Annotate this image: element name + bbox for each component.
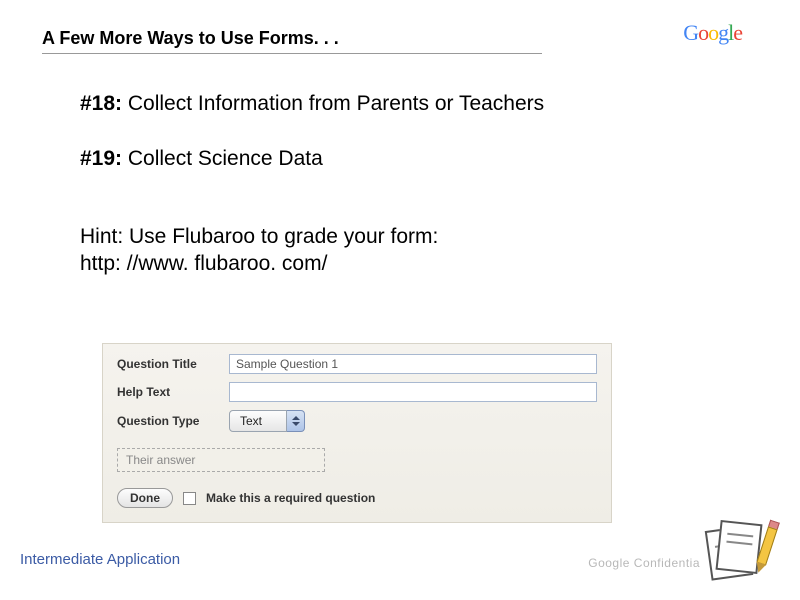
list-item: #18: Collect Information from Parents or…	[80, 90, 560, 117]
required-label: Make this a required question	[206, 491, 375, 505]
question-title-input[interactable]	[229, 354, 597, 374]
footer-confidential: Google Confidentia	[588, 556, 700, 570]
question-title-label: Question Title	[117, 357, 229, 371]
question-type-value: Text	[229, 410, 287, 432]
help-text-input[interactable]	[229, 382, 597, 402]
required-checkbox[interactable]	[183, 492, 196, 505]
hint-url: http: //www. flubaroo. com/	[80, 250, 560, 277]
select-arrow-icon	[287, 410, 305, 432]
item-number: #19:	[80, 147, 122, 170]
form-editor-panel: Question Title Help Text Question Type T…	[102, 343, 612, 523]
item-number: #18:	[80, 92, 122, 115]
item-text: Collect Science Data	[122, 147, 323, 170]
slide-title: A Few More Ways to Use Forms. . .	[42, 28, 542, 54]
help-text-label: Help Text	[117, 385, 229, 399]
footer-level: Intermediate Application	[20, 551, 180, 568]
hint-text: Hint: Use Flubaroo to grade your form: h…	[80, 223, 560, 278]
item-text: Collect Information from Parents or Teac…	[122, 92, 544, 115]
list-item: #19: Collect Science Data	[80, 145, 560, 172]
done-button[interactable]: Done	[117, 488, 173, 508]
answer-placeholder-box: Their answer	[117, 448, 325, 472]
notepad-pencil-icon	[704, 516, 774, 586]
question-type-label: Question Type	[117, 414, 229, 428]
question-type-select[interactable]: Text	[229, 410, 305, 432]
hint-line: Hint: Use Flubaroo to grade your form:	[80, 223, 560, 250]
